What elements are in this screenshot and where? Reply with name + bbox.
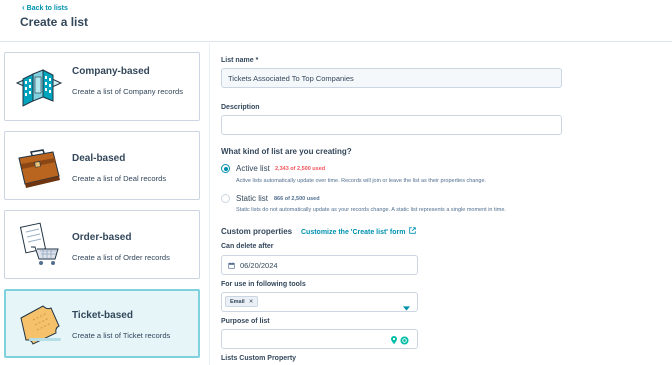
list-name-input[interactable]: Tickets Associated To Top Companies bbox=[221, 68, 562, 88]
custom-properties-title: Custom properties bbox=[221, 227, 293, 236]
active-list-label: Active list bbox=[236, 164, 270, 173]
card-description: Create a list of Order records bbox=[72, 253, 170, 262]
calendar-icon bbox=[228, 262, 235, 271]
lists-custom-property-label: Lists Custom Property bbox=[221, 355, 297, 362]
card-description: Create a list of Company records bbox=[72, 87, 183, 96]
building-icon bbox=[13, 61, 65, 113]
card-title: Deal-based bbox=[72, 153, 126, 164]
active-list-usage: 2,343 of 2,500 used bbox=[275, 166, 326, 172]
external-link-icon bbox=[409, 227, 417, 236]
active-list-description: Active lists automatically update over t… bbox=[236, 178, 487, 184]
card-title: Order-based bbox=[72, 232, 132, 243]
briefcase-icon bbox=[13, 140, 65, 192]
can-delete-date-input[interactable]: 06/20/2024 bbox=[221, 255, 418, 275]
static-list-label: Static list bbox=[236, 194, 269, 203]
card-title: Ticket-based bbox=[72, 310, 133, 321]
chip-label: Email bbox=[230, 299, 245, 305]
purpose-input[interactable] bbox=[221, 329, 418, 349]
chip-remove-icon[interactable]: ✕ bbox=[249, 299, 254, 305]
assistant-icon[interactable] bbox=[400, 332, 409, 350]
chevron-down-icon[interactable] bbox=[403, 298, 410, 316]
customize-form-link[interactable]: Customize the 'Create list' form bbox=[301, 227, 417, 236]
list-type-question: What kind of list are you creating? bbox=[221, 147, 352, 156]
chevron-left-icon: ‹ bbox=[22, 3, 25, 12]
static-list-radio[interactable] bbox=[221, 194, 230, 203]
card-company-based[interactable]: Company-based Create a list of Company r… bbox=[4, 52, 200, 121]
purpose-label: Purpose of list bbox=[221, 318, 270, 325]
customize-form-link-label: Customize the 'Create list' form bbox=[301, 229, 406, 236]
description-label: Description bbox=[221, 104, 260, 111]
card-description: Create a list of Ticket records bbox=[72, 331, 171, 340]
page-title: Create a list bbox=[20, 15, 89, 29]
ticket-icon bbox=[13, 298, 65, 350]
cart-icon bbox=[13, 219, 65, 271]
object-type-panel: Company-based Create a list of Company r… bbox=[0, 43, 210, 365]
tools-chip-email: Email ✕ bbox=[225, 296, 259, 307]
location-pin-icon bbox=[390, 332, 398, 350]
card-ticket-based[interactable]: Ticket-based Create a list of Ticket rec… bbox=[4, 289, 200, 358]
back-to-lists-link[interactable]: ‹ Back to lists bbox=[22, 3, 68, 12]
active-list-radio[interactable] bbox=[221, 164, 230, 173]
page-header: ‹ Back to lists Create a list bbox=[0, 0, 672, 42]
can-delete-label: Can delete after bbox=[221, 243, 274, 250]
card-deal-based[interactable]: Deal-based Create a list of Deal records bbox=[4, 131, 200, 200]
static-list-description: Static lists do not automatically update… bbox=[236, 207, 506, 213]
back-link-label: Back to lists bbox=[26, 5, 68, 12]
card-order-based[interactable]: Order-based Create a list of Order recor… bbox=[4, 210, 200, 279]
static-list-usage: 866 of 2,500 used bbox=[274, 196, 320, 202]
tools-label: For use in following tools bbox=[221, 281, 306, 288]
list-name-label: List name * bbox=[221, 57, 259, 64]
card-title: Company-based bbox=[72, 66, 150, 77]
card-description: Create a list of Deal records bbox=[72, 174, 167, 183]
description-input[interactable] bbox=[221, 115, 562, 135]
can-delete-date-value: 06/20/2024 bbox=[240, 261, 278, 270]
